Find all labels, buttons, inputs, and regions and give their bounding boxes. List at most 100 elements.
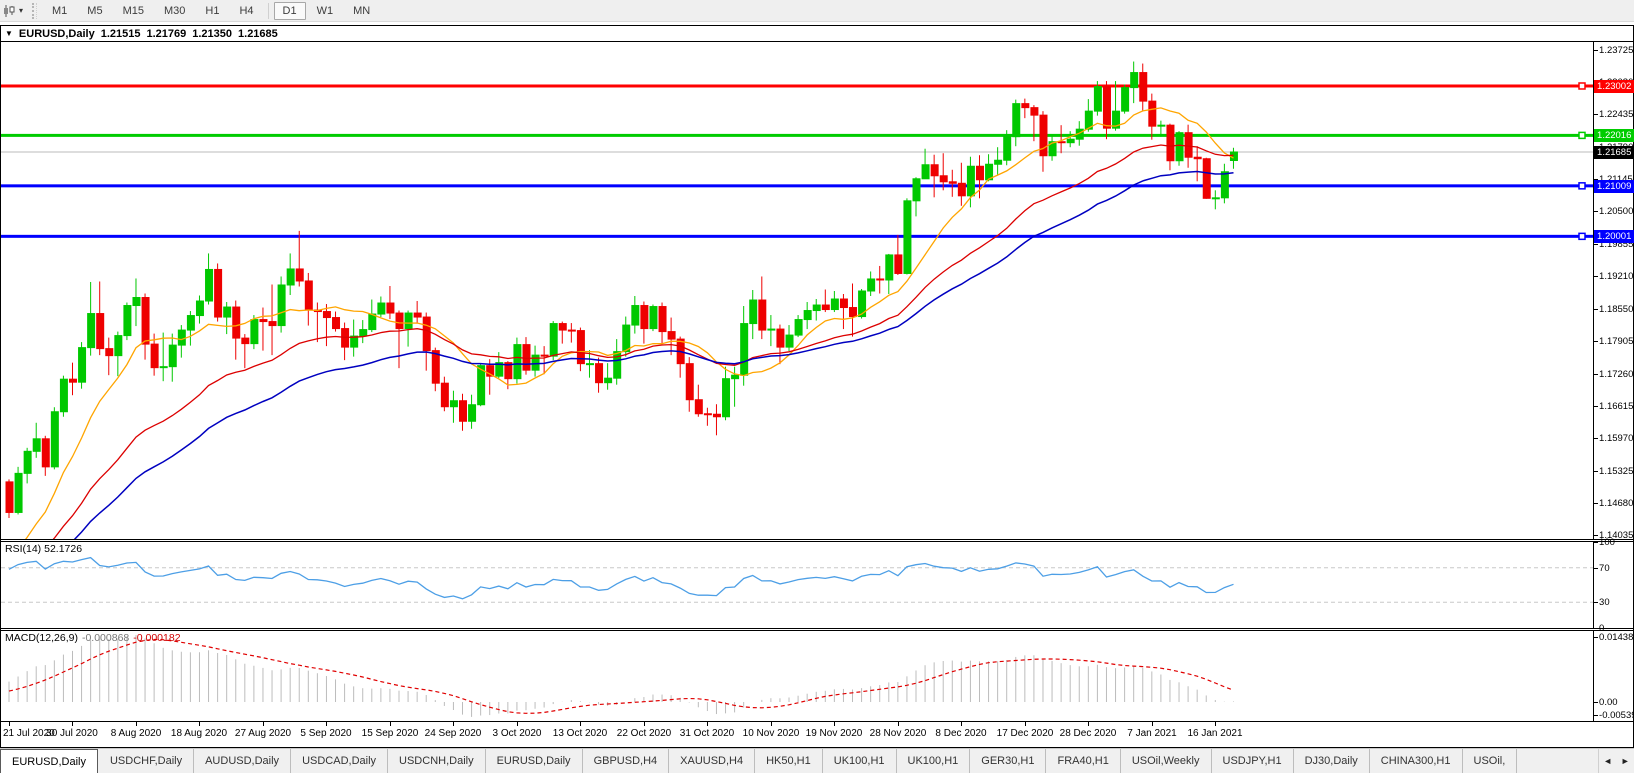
- axis-tick-label: 1.22435: [1599, 109, 1633, 120]
- date-tick-mark: [644, 722, 645, 726]
- date-label: 31 Oct 2020: [680, 728, 734, 739]
- macd-histogram: [9, 635, 1233, 717]
- tab-eurusd-daily[interactable]: EURUSD,Daily: [0, 749, 98, 773]
- level-handle-1.23002[interactable]: [1579, 83, 1585, 89]
- macd-label: MACD(12,26,9)-0.000868-0.000182: [5, 632, 181, 644]
- level-line-1.21009: [1, 184, 1593, 187]
- macd-axis[interactable]: 0.0143840.00-0.00539: [1593, 631, 1633, 721]
- top-toolbar: ▾ M1M5M15M30H1H4 D1W1MN: [0, 0, 1634, 22]
- timeframe-button-M15[interactable]: M15: [114, 2, 153, 20]
- level-handle-1.20001[interactable]: [1579, 233, 1585, 239]
- tab-xauusd-h4[interactable]: XAUUSD,H4: [669, 749, 755, 773]
- one-click-trading-collapse-icon[interactable]: ▼: [5, 29, 13, 38]
- price-tag-1.20001: 1.20001: [1594, 230, 1634, 243]
- rsi-label: RSI(14) 52.1726: [5, 543, 82, 555]
- tab-dj30-daily[interactable]: DJ30,Daily: [1294, 749, 1370, 773]
- tab-ger30-h1[interactable]: GER30,H1: [970, 749, 1046, 773]
- level-handle-1.21009[interactable]: [1579, 183, 1585, 189]
- macd-plot[interactable]: MACD(12,26,9)-0.000868-0.000182: [1, 631, 1593, 721]
- axis-tick-mark: [1594, 309, 1598, 310]
- date-tick-mark: [390, 722, 391, 726]
- axis-tick-label: 30: [1599, 597, 1610, 608]
- chart-tabs: EURUSD,DailyUSDCHF,DailyAUDUSD,DailyUSDC…: [0, 749, 1598, 773]
- main-price-plot[interactable]: [1, 42, 1593, 539]
- tab-china300-h1[interactable]: CHINA300,H1: [1370, 749, 1463, 773]
- price-axis[interactable]: 1.237251.230801.224351.217901.211451.205…: [1593, 42, 1633, 539]
- axis-tick-mark: [1594, 114, 1598, 115]
- axis-tick-mark: [1594, 602, 1598, 603]
- axis-tick-label: 1.15970: [1599, 433, 1633, 444]
- date-label: 19 Nov 2020: [806, 728, 863, 739]
- axis-tick-mark: [1594, 568, 1598, 569]
- level-handle-1.22016[interactable]: [1579, 132, 1585, 138]
- price-tag-1.21685: 1.21685: [1594, 146, 1634, 159]
- toolbar-separator: [268, 3, 269, 19]
- ohlc-low: 1.21350: [192, 28, 232, 40]
- tab-audusd-daily[interactable]: AUDUSD,Daily: [194, 749, 291, 773]
- axis-tick-label: 1.15325: [1599, 466, 1633, 477]
- tab-usoil-[interactable]: USOil,: [1463, 749, 1518, 773]
- tab-uk100-h1[interactable]: UK100,H1: [823, 749, 897, 773]
- tab-usdcnh-daily[interactable]: USDCNH,Daily: [388, 749, 486, 773]
- timeframe-button-M5[interactable]: M5: [78, 2, 111, 20]
- date-label: 5 Sep 2020: [300, 728, 351, 739]
- chart-header: ▼ EURUSD,Daily 1.21515 1.21769 1.21350 1…: [1, 26, 1633, 42]
- axis-tick-mark: [1594, 438, 1598, 439]
- axis-tick-mark: [1594, 341, 1598, 342]
- timeframe-button-H4[interactable]: H4: [230, 2, 262, 20]
- macd-signal-line: [9, 640, 1234, 714]
- tab-usdjpy-h1[interactable]: USDJPY,H1: [1212, 749, 1294, 773]
- axis-tick-mark: [1594, 542, 1598, 543]
- chevron-down-icon[interactable]: ▾: [19, 6, 23, 15]
- axis-tick-label: 1.19210: [1599, 271, 1633, 282]
- tab-gbpusd-h4[interactable]: GBPUSD,H4: [583, 749, 670, 773]
- tab-fra40-h1[interactable]: FRA40,H1: [1046, 749, 1120, 773]
- axis-tick-mark: [1594, 503, 1598, 504]
- tab-scroll-left-button[interactable]: ◄: [1603, 756, 1612, 766]
- axis-tick-label: 1.17260: [1599, 369, 1633, 380]
- timeframe-button-H1[interactable]: H1: [196, 2, 228, 20]
- axis-tick-mark: [1594, 628, 1598, 629]
- tab-usdchf-daily[interactable]: USDCHF,Daily: [99, 749, 194, 773]
- level-line-1.23002: [1, 84, 1593, 87]
- timeframe-button-M1[interactable]: M1: [43, 2, 76, 20]
- tab-uk100-h1[interactable]: UK100,H1: [897, 749, 971, 773]
- chart-tab-bar: EURUSD,DailyUSDCHF,DailyAUDUSD,DailyUSDC…: [0, 748, 1634, 773]
- chart-type-selector[interactable]: ▾: [0, 4, 27, 18]
- chart-window: ▼ EURUSD,Daily 1.21515 1.21769 1.21350 1…: [0, 25, 1634, 748]
- date-label: 8 Dec 2020: [935, 728, 986, 739]
- date-axis[interactable]: 21 Jul 202030 Jul 20208 Aug 202018 Aug 2…: [1, 721, 1633, 747]
- date-label: 3 Oct 2020: [493, 728, 542, 739]
- toolbar-grip[interactable]: [32, 3, 37, 19]
- date-tick-mark: [326, 722, 327, 726]
- date-label: 7 Jan 2021: [1127, 728, 1177, 739]
- date-label: 16 Jan 2021: [1187, 728, 1242, 739]
- tab-scroll-buttons: ◄ ►: [1598, 749, 1634, 773]
- tab-hk50-h1[interactable]: HK50,H1: [755, 749, 823, 773]
- timeframe-button-MN[interactable]: MN: [344, 2, 379, 20]
- axis-tick-mark: [1594, 702, 1598, 703]
- date-label: 22 Oct 2020: [617, 728, 671, 739]
- horizontal-level-lines[interactable]: [1, 84, 1593, 237]
- tab-scroll-right-button[interactable]: ►: [1621, 756, 1630, 766]
- timeframe-button-D1[interactable]: D1: [274, 2, 306, 20]
- date-label: 27 Aug 2020: [235, 728, 291, 739]
- date-tick-mark: [263, 722, 264, 726]
- tab-usdcad-daily[interactable]: USDCAD,Daily: [291, 749, 388, 773]
- timeframe-button-W1[interactable]: W1: [308, 2, 343, 20]
- date-tick-mark: [580, 722, 581, 726]
- timeframe-button-M30[interactable]: M30: [155, 2, 194, 20]
- date-tick-mark: [1152, 722, 1153, 726]
- axis-tick-label: 0.014384: [1599, 632, 1634, 643]
- date-label: 18 Aug 2020: [171, 728, 227, 739]
- date-tick-mark: [707, 722, 708, 726]
- rsi-axis[interactable]: 10070300: [1593, 542, 1633, 628]
- axis-tick-label: 1.20500: [1599, 206, 1633, 217]
- axis-tick-label: 1.18550: [1599, 304, 1633, 315]
- tab-usoil-weekly[interactable]: USOil,Weekly: [1121, 749, 1212, 773]
- candles: [6, 62, 1237, 518]
- tab-eurusd-daily[interactable]: EURUSD,Daily: [486, 749, 583, 773]
- date-label: 28 Dec 2020: [1060, 728, 1117, 739]
- ohlc-close: 1.21685: [238, 28, 278, 40]
- rsi-plot[interactable]: RSI(14) 52.1726: [1, 542, 1593, 628]
